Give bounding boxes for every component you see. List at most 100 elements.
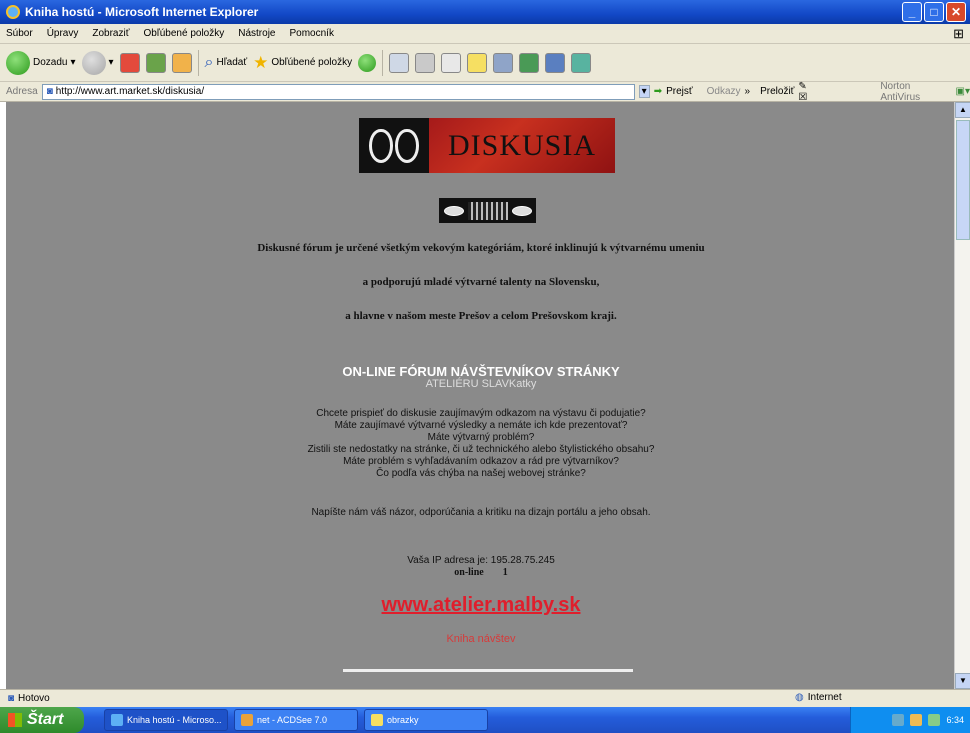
taskbar-item-acdsee[interactable]: net - ACDSee 7.0 (234, 709, 358, 731)
search-icon: ⌕ (204, 53, 214, 71)
links-button[interactable]: Odkazy (707, 86, 741, 97)
question-item: Máte zaujímavé výtvarné výsledky a nemát… (334, 420, 628, 431)
edit-icon[interactable] (441, 52, 462, 73)
minimize-button[interactable]: _ (902, 2, 922, 22)
logo-text: DISKUSIA (429, 118, 615, 173)
scroll-thumb[interactable] (956, 120, 970, 240)
norton-icon[interactable]: ▣▾ (956, 86, 970, 97)
online-count: 1 (502, 567, 508, 578)
forward-button[interactable]: ▾ (81, 50, 114, 75)
messenger-icon[interactable] (519, 52, 540, 73)
go-arrow-icon[interactable]: ➡ (654, 86, 662, 97)
system-tray: 6:34 (850, 707, 970, 733)
question-item: Máte výtvarný problém? (427, 432, 535, 443)
stop-icon[interactable] (119, 52, 140, 73)
address-label: Adresa (6, 86, 38, 97)
back-button[interactable]: Dozadu ▾ (6, 50, 76, 75)
question-item: Zistili ste nedostatky na stránke, či už… (307, 444, 655, 455)
search-button[interactable]: ⌕ Hľadať (205, 54, 248, 72)
print-icon[interactable] (415, 52, 436, 73)
menu-help[interactable]: Pomocník (289, 28, 333, 39)
ip-address-text: Vaša IP adresa je: 195.28.75.245 (407, 555, 555, 566)
back-arrow-icon (6, 50, 30, 75)
task-label: obrazky (387, 715, 419, 725)
ie-logo-icon (6, 5, 20, 19)
status-page-icon: ◙ (8, 693, 15, 704)
question-item: Chcete prispieť do diskusie zaujímavým o… (316, 408, 646, 419)
back-label: Dozadu (33, 57, 68, 68)
site-link[interactable]: www.atelier.malby.sk (6, 594, 956, 617)
forward-arrow-icon (81, 50, 106, 75)
windows-flag-icon (8, 713, 22, 727)
favorites-button[interactable]: ★ Obľúbené položky (253, 53, 352, 73)
intro-line-1: Diskusné fórum je určené všetkým vekovým… (257, 242, 705, 254)
refresh-icon[interactable] (145, 52, 166, 73)
task-label: Kniha hostú - Microso... (127, 715, 222, 725)
research-icon[interactable] (493, 52, 514, 73)
start-button[interactable]: Štart (0, 707, 84, 733)
chevron-icon[interactable]: » (745, 86, 751, 97)
tools-icon[interactable] (571, 52, 592, 73)
antivirus-icon[interactable] (928, 714, 941, 726)
masks-icon (359, 118, 429, 173)
taskbar-item-folder[interactable]: obrazky (364, 709, 488, 731)
menu-edit[interactable]: Úpravy (47, 28, 79, 39)
translate-button[interactable]: Preložiť (760, 86, 794, 97)
status-text: Hotovo (18, 693, 50, 704)
network-icon[interactable] (892, 714, 905, 726)
maximize-button[interactable]: □ (924, 2, 944, 22)
star-icon: ★ (253, 52, 269, 72)
menu-favorites[interactable]: Obľúbené položky (143, 28, 224, 39)
go-button[interactable]: Prejsť (666, 86, 693, 97)
back-dropdown-icon[interactable]: ▾ (70, 57, 75, 68)
forum-subheading: ATELIÉRU SLAVKatky (425, 378, 537, 390)
media-icon[interactable] (358, 53, 377, 72)
url-text: http://www.art.market.sk/diskusia/ (55, 86, 205, 97)
favorites-label: Obľúbené položky (271, 57, 353, 68)
diskusia-logo: DISKUSIA (359, 118, 615, 173)
volume-icon[interactable] (910, 714, 923, 726)
clock: 6:34 (946, 715, 964, 725)
intro-line-2: a podporujú mladé výtvarné talenty na Sl… (362, 276, 600, 288)
page-icon: ◙ (46, 86, 53, 97)
question-list: Chcete prispieť do diskusie zaujímavým o… (6, 408, 956, 480)
history-icon[interactable] (389, 52, 410, 73)
folder-icon[interactable] (467, 52, 488, 73)
zone-text: Internet (807, 692, 842, 703)
page-content: DISKUSIA Diskusné fórum je určené všetký… (6, 102, 956, 689)
eyes-banner-icon (439, 198, 536, 223)
globe-icon: ◍ (795, 692, 804, 703)
scroll-up-icon[interactable]: ▲ (955, 102, 970, 118)
vertical-scrollbar[interactable]: ▲ ▼ (954, 102, 970, 689)
title-bar: Kniha hostú - Microsoft Internet Explore… (0, 0, 970, 24)
guestbook-link[interactable]: Kniha návštev (6, 633, 956, 645)
discuss-icon[interactable] (545, 52, 566, 73)
menu-bar: Súbor Úpravy Zobraziť Obľúbené položky N… (0, 24, 970, 44)
close-button[interactable]: ✕ (946, 2, 966, 22)
home-icon[interactable] (171, 52, 192, 73)
taskbar: Štart Kniha hostú - Microso... net - ACD… (0, 707, 970, 733)
online-label: on-line (454, 567, 484, 578)
taskbar-item-ie[interactable]: Kniha hostú - Microso... (104, 709, 228, 731)
address-bar: Adresa ◙ http://www.art.market.sk/diskus… (0, 81, 970, 103)
intro-line-3: a hlavne v našom meste Prešov a celom Pr… (345, 310, 617, 322)
translate-extra-icon[interactable]: ✎ ☒ (798, 81, 818, 103)
task-label: net - ACDSee 7.0 (257, 715, 328, 725)
folder-task-icon (371, 714, 383, 726)
standard-toolbar: Dozadu ▾ ▾ ⌕ Hľadať ★ Obľúbené položky (0, 44, 970, 82)
norton-antivirus-button[interactable]: Norton AntiVirus (880, 81, 951, 103)
menu-view[interactable]: Zobraziť (92, 28, 129, 39)
window-title: Kniha hostú - Microsoft Internet Explore… (25, 5, 259, 19)
forum-heading: ON-LINE FÓRUM NÁVŠTEVNÍKOV STRÁNKY (342, 364, 620, 379)
question-item: Máte problém s vyhľadávaním odkazov a rá… (343, 456, 619, 467)
ie-task-icon (111, 714, 123, 726)
url-dropdown-icon[interactable]: ▾ (638, 85, 650, 98)
url-field[interactable]: ◙ http://www.art.market.sk/diskusia/ (41, 83, 635, 100)
menu-tools[interactable]: Nástroje (238, 28, 275, 39)
menu-file[interactable]: Súbor (6, 28, 33, 39)
question-item: Čo podľa vás chýba na našej webovej strá… (376, 468, 586, 479)
scroll-down-icon[interactable]: ▼ (955, 673, 970, 689)
search-label: Hľadať (216, 57, 248, 68)
forward-dropdown-icon[interactable]: ▾ (109, 57, 114, 68)
online-counter: on-line 1 (6, 567, 956, 578)
